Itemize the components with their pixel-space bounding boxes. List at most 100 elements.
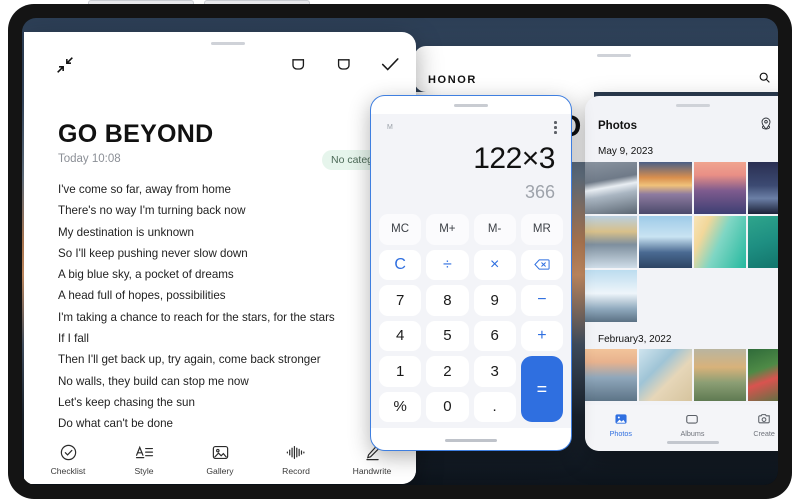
photos-nav-create[interactable]: Create (737, 412, 778, 438)
tablet-screen: ❰ ❰ ❰ ar HONOR (22, 18, 778, 485)
search-icon[interactable] (758, 71, 771, 89)
photos-nav-label: Photos (609, 429, 633, 438)
calculator-key-m+[interactable]: M+ (426, 214, 469, 245)
note-title: GO BEYOND (58, 120, 214, 148)
calculator-key-.[interactable]: . (473, 391, 516, 422)
calculator-expression: 122×3 (473, 142, 555, 175)
notes-tool-style[interactable]: Style (112, 443, 176, 476)
photo-thumbnail[interactable] (639, 162, 692, 214)
calculator-key-9[interactable]: 9 (473, 285, 516, 316)
note-body-text[interactable]: I've come so far, away from home There's … (58, 179, 388, 477)
notes-tool-record[interactable]: Record (264, 443, 328, 476)
notes-toolbar (24, 32, 416, 74)
record-waveform-icon (286, 445, 305, 459)
photos-nav-label: Albums (680, 429, 705, 438)
note-line: A big blue sky, a pocket of dreams (58, 268, 234, 282)
photo-thumbnail[interactable] (639, 216, 692, 268)
photos-header: Photos (585, 112, 778, 140)
photo-thumbnail[interactable] (585, 349, 638, 401)
photo-thumbnail[interactable] (747, 162, 778, 214)
text-style-icon (135, 445, 153, 458)
calculator-key-[interactable]: ÷ (426, 249, 469, 280)
checklist-circle-icon (60, 444, 76, 460)
albums-folder-icon (686, 414, 699, 424)
window-drag-handle[interactable] (454, 104, 488, 107)
photos-title: Photos (598, 120, 637, 132)
calculator-key-2[interactable]: 2 (426, 356, 469, 387)
calculator-result: 366 (524, 182, 555, 202)
note-line: Let's keep chasing the sun (58, 395, 195, 409)
calculator-key-7[interactable]: 7 (379, 285, 422, 316)
notes-tool-label: Checklist (50, 465, 86, 476)
notes-tool-label: Style (134, 465, 154, 476)
calculator-key-mr[interactable]: MR (520, 214, 563, 245)
calculator-key-mc[interactable]: MC (379, 214, 422, 245)
notes-tool-label: Gallery (206, 465, 234, 476)
photos-home-indicator[interactable] (666, 441, 719, 444)
tablet-device-frame: ❰ ❰ ❰ ar HONOR (8, 4, 792, 499)
calculator-key-3[interactable]: 3 (473, 356, 516, 387)
note-line: A head full of hopes, possibilities (58, 289, 226, 303)
calculator-key-[interactable]: × (473, 249, 516, 280)
honor-browser-window[interactable]: HONOR (414, 46, 778, 92)
calculator-key-5[interactable]: 5 (426, 320, 469, 351)
photos-nav-photos[interactable]: Photos (594, 412, 648, 438)
calculator-key-1[interactable]: 1 (379, 356, 422, 387)
calculator-key-m-[interactable]: M- (473, 214, 516, 245)
notes-tool-gallery[interactable]: Gallery (188, 443, 252, 476)
more-vertical-icon[interactable] (554, 121, 557, 134)
calculator-key-0[interactable]: 0 (426, 391, 469, 422)
screenshot-stage: ❰ ❰ ❰ ar HONOR (0, 0, 800, 503)
window-drag-handle[interactable] (675, 104, 710, 107)
calculator-key-c[interactable]: C (379, 249, 422, 280)
calculator-window[interactable]: M 122×3 366 MC M+ M- MR C ÷ × 7 8 9− 4 5 6 +1 2 3 =% 0. (370, 95, 572, 451)
calculator-key-[interactable]: − (520, 285, 563, 316)
notes-tool-checklist[interactable]: Checklist (36, 443, 100, 476)
note-date: Today 10:08 (58, 153, 121, 165)
calculator-key-6[interactable]: 6 (473, 320, 516, 351)
photos-app-window[interactable]: Photos May 9, 2023 February3, 2022 Photo… (585, 96, 778, 451)
photo-thumbnail[interactable] (693, 162, 746, 214)
calculator-key-8[interactable]: 8 (426, 285, 469, 316)
calculator-key-=[interactable]: = (520, 356, 563, 422)
photos-section-date-1: May 9, 2023 (598, 146, 654, 157)
note-line: No walls, they build can stop me now (58, 374, 249, 388)
check-icon[interactable] (378, 52, 402, 76)
note-line: So I'll keep pushing never slow down (58, 246, 248, 260)
undo-icon[interactable] (286, 52, 310, 76)
note-line: There's no way I'm turning back now (58, 204, 246, 218)
photo-thumbnail[interactable] (747, 349, 778, 401)
notes-app-window[interactable]: GO BEYOND Today 10:08 No category I've c… (24, 32, 416, 484)
calculator-key-%[interactable]: % (379, 391, 422, 422)
photo-thumbnail[interactable] (585, 270, 638, 322)
window-drag-handle[interactable] (597, 54, 631, 57)
photo-thumbnail[interactable] (585, 216, 638, 268)
notes-bottom-toolbar[interactable]: Checklist Style Gallery Record Handwrite (24, 434, 416, 484)
photos-nav-label: Create (753, 429, 775, 438)
calculator-home-indicator[interactable] (445, 439, 497, 442)
photos-grid-section-2[interactable] (585, 349, 778, 401)
photos-grid-section-1[interactable] (585, 162, 778, 322)
photos-section-date-2: February3, 2022 (598, 334, 672, 345)
photo-thumbnail[interactable] (693, 349, 746, 401)
photos-nav-albums[interactable]: Albums (665, 412, 719, 438)
photo-thumbnail[interactable] (585, 162, 638, 214)
note-line: I've come so far, away from home (58, 183, 231, 196)
calculator-keypad[interactable]: MC M+ M- MR C ÷ × 7 8 9− 4 5 6 +1 2 3 =% 0. (379, 214, 563, 422)
note-line: Then I'll get back up, try again, come b… (58, 353, 321, 367)
calculator-key-4[interactable]: 4 (379, 320, 422, 351)
note-line: I'm taking a chance to reach for the sta… (58, 310, 335, 324)
create-camera-icon (758, 414, 770, 424)
photo-thumbnail[interactable] (747, 216, 778, 268)
notes-tool-label: Handwrite (352, 465, 392, 476)
calculator-key-+[interactable]: + (520, 320, 563, 351)
redo-icon[interactable] (332, 52, 356, 76)
photo-thumbnail[interactable] (639, 349, 692, 401)
photo-thumbnail[interactable] (693, 216, 746, 268)
calculator-key-backspace-icon[interactable] (520, 249, 563, 280)
location-pin-icon[interactable] (760, 117, 772, 135)
collapse-arrows-icon[interactable] (54, 54, 76, 76)
calculator-body: M 122×3 366 MC M+ M- MR C ÷ × 7 8 9− 4 5 6 +1 2 3 =% 0. (371, 114, 571, 428)
gallery-image-icon (212, 445, 228, 459)
photos-bottom-nav[interactable]: Photos Albums Create (585, 405, 778, 451)
